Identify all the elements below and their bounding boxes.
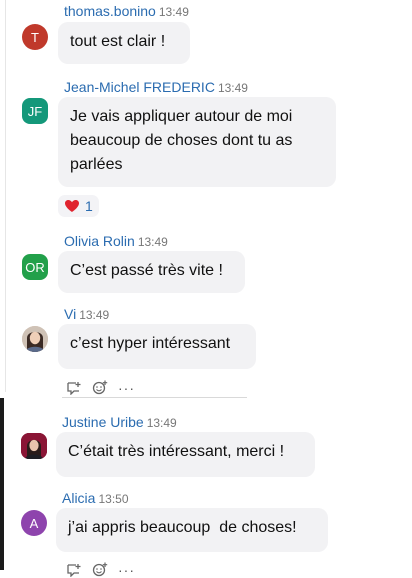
timestamp: 13:49 xyxy=(79,308,110,322)
avatar[interactable]: JF xyxy=(22,98,48,124)
message-bubble[interactable]: j’ai appris beaucoup de choses! xyxy=(56,508,328,552)
message-text: c’est hyper intéressant xyxy=(70,335,231,352)
profile-photo-icon xyxy=(22,326,48,352)
message-line: Je vais appliquer autour de moi xyxy=(70,108,293,125)
message-header: Justine Uribe 13:49 xyxy=(62,414,177,430)
author-name[interactable]: Justine Uribe xyxy=(62,414,144,430)
author-name[interactable]: thomas.bonino xyxy=(64,3,156,19)
message-bubble[interactable]: C’était très intéressant, merci ! xyxy=(56,432,315,477)
message-text: j’ai appris beaucoup de choses! xyxy=(68,519,297,536)
more-options-icon[interactable]: ··· xyxy=(118,381,135,395)
avatar-initials: T xyxy=(31,29,39,45)
message-text: tout est clair ! xyxy=(70,33,166,50)
avatar[interactable] xyxy=(21,433,47,459)
message-bubble[interactable]: c’est hyper intéressant xyxy=(58,324,256,369)
timestamp: 13:50 xyxy=(98,492,129,506)
message-bubble[interactable]: tout est clair ! xyxy=(58,22,190,64)
author-name[interactable]: Alicia xyxy=(62,490,95,506)
author-name[interactable]: Olivia Rolin xyxy=(64,233,135,249)
profile-photo-icon xyxy=(21,433,47,459)
avatar[interactable]: T xyxy=(22,24,48,50)
timestamp: 13:49 xyxy=(158,5,189,19)
avatar[interactable]: OR xyxy=(22,254,48,280)
avatar-initials: OR xyxy=(25,259,45,275)
message-text: C’est passé très vite ! xyxy=(70,262,223,279)
divider xyxy=(62,397,247,398)
message-text: C’était très intéressant, merci ! xyxy=(68,443,285,460)
avatar-initials: JF xyxy=(27,103,43,119)
message-line: parlées xyxy=(70,156,123,173)
reaction-chip[interactable]: 1 xyxy=(58,195,99,217)
message-header: Alicia 13:50 xyxy=(62,490,129,506)
window-edge xyxy=(0,398,4,570)
reply-in-thread-icon[interactable] xyxy=(66,381,82,395)
message-line: beaucoup de choses dont tu as xyxy=(70,132,293,149)
message-header: Jean-Michel FREDERIC 13:49 xyxy=(64,79,248,95)
thread-left-rule xyxy=(5,0,6,392)
avatar-initials: A xyxy=(29,515,39,531)
author-name[interactable]: Vi xyxy=(64,306,76,322)
message-header: thomas.bonino 13:49 xyxy=(64,3,189,19)
avatar[interactable] xyxy=(22,326,48,352)
timestamp: 13:49 xyxy=(137,235,168,249)
message-header: Vi 13:49 xyxy=(64,306,109,322)
message-actions: ··· xyxy=(66,380,135,395)
timestamp: 13:49 xyxy=(217,81,248,95)
timestamp: 13:49 xyxy=(146,416,177,430)
message-bubble[interactable]: C’est passé très vite ! xyxy=(58,251,245,293)
message-header: Olivia Rolin 13:49 xyxy=(64,233,168,249)
reaction-count: 1 xyxy=(85,198,93,214)
author-name[interactable]: Jean-Michel FREDERIC xyxy=(64,79,215,95)
heart-icon xyxy=(65,200,79,212)
message-bubble[interactable]: Je vais appliquer autour de moi beaucoup… xyxy=(58,97,336,187)
add-reaction-icon[interactable] xyxy=(92,380,108,395)
avatar[interactable]: A xyxy=(21,510,47,536)
